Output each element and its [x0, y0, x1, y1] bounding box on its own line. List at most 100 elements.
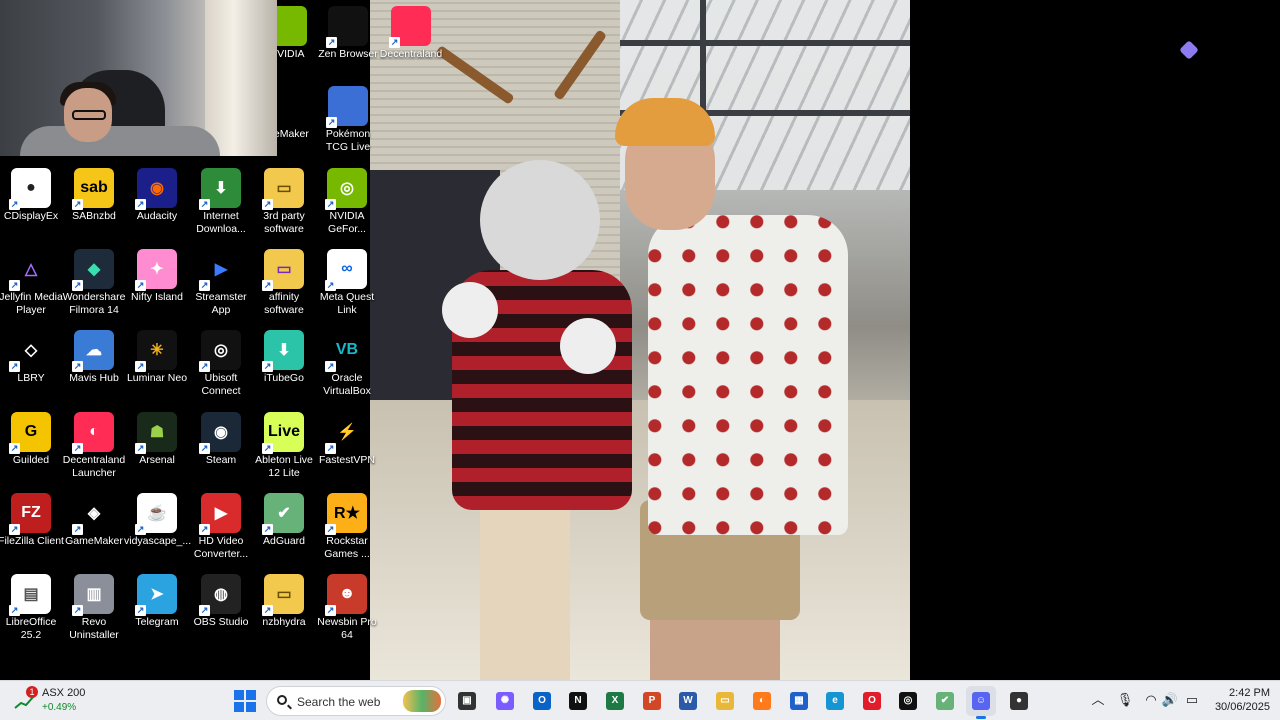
shortcut-arrow-icon: ↗ — [199, 605, 210, 616]
desktop-icon[interactable]: ➤ ↗ Telegram — [124, 574, 190, 654]
shortcut-arrow-icon: ↗ — [199, 199, 210, 210]
desktop-icon[interactable]: VB ↗ Oracle VirtualBox — [314, 330, 380, 410]
shortcut-arrow-icon: ↗ — [9, 361, 20, 372]
desktop-icon[interactable]: ◇ ↗ LBRY — [0, 330, 64, 410]
desktop-icon-label: GameMaker — [65, 535, 123, 547]
desktop-icon-label: OBS Studio — [193, 616, 249, 628]
chevron-up-icon[interactable]: ︿ — [1089, 691, 1107, 709]
desktop-icon[interactable]: ▶ ↗ Streamster App — [188, 249, 254, 329]
windows-start-icon[interactable] — [234, 690, 256, 712]
desktop-icon[interactable]: ▭ ↗ nzbhydra — [251, 574, 317, 654]
taskbar-app-edge[interactable]: e — [820, 686, 850, 716]
java-icon: ☕ ↗ — [135, 493, 177, 535]
desktop-icon[interactable]: ◎ ↗ Ubisoft Connect — [188, 330, 254, 410]
taskbar-app-adguard[interactable]: ✔ — [930, 686, 960, 716]
shortcut-arrow-icon: ↗ — [72, 524, 83, 535]
desktop-icon[interactable]: ∞ ↗ Meta Quest Link — [314, 249, 380, 329]
desktop-icon[interactable]: ◍ ↗ OBS Studio — [188, 574, 254, 654]
taskbar-app-excel[interactable]: X — [600, 686, 630, 716]
desktop-icon[interactable]: ◉ ↗ Steam — [188, 412, 254, 492]
search-box[interactable]: Search the web — [266, 686, 446, 716]
clock[interactable]: 2:42 PM 30/06/2025 — [1206, 686, 1270, 714]
desktop-icon[interactable]: ▥ ↗ Revo Uninstaller — [61, 574, 127, 654]
desktop-icon[interactable]: ▭ ↗ affinity software — [251, 249, 317, 329]
desktop-icon[interactable]: ▤ ↗ LibreOffice 25.2 — [0, 574, 64, 654]
desktop-icon-label: Steam — [205, 454, 237, 466]
notification-badge: 1 — [26, 686, 38, 698]
desktop-icon-label: iTubeGo — [264, 372, 304, 384]
desktop-icon[interactable]: ◆ ↗ Wondershare Filmora 14 — [61, 249, 127, 329]
desktop-icon[interactable]: sab ↗ SABnzbd — [61, 168, 127, 248]
desktop-icon[interactable]: ✳ ↗ Luminar Neo — [124, 330, 190, 410]
taskbar-app-notion[interactable]: N — [563, 686, 593, 716]
desktop-icon[interactable]: ☁ ↗ Mavis Hub — [61, 330, 127, 410]
desktop-icon[interactable]: ↗ Zen Browser — [315, 6, 381, 86]
desktop-icon[interactable]: ↗ Pokémon TCG Live — [315, 86, 381, 166]
taskbar-app-outlook[interactable]: O — [527, 686, 557, 716]
taskbar-app-discord[interactable]: ☺ — [966, 686, 996, 719]
microphone-icon[interactable]: 🎙 — [1116, 691, 1134, 709]
steam-icon: ◉ ↗ — [199, 412, 241, 454]
desktop-icon[interactable]: ▶ ↗ HD Video Converter... — [188, 493, 254, 573]
taskbar-app-task-view[interactable]: ▣ — [452, 686, 482, 716]
desktop-icon[interactable]: ✦ ↗ Nifty Island — [124, 249, 190, 329]
taskbar-app-app-red[interactable]: ● — [1004, 686, 1034, 716]
desktop-icon[interactable]: ◉ ↗ Audacity — [124, 168, 190, 248]
desktop-icon[interactable]: ☕ ↗ vidyascape_... — [124, 493, 191, 573]
desktop-icon[interactable]: ☗ ↗ Arsenal — [124, 412, 190, 492]
desktop-icon-label: Pokémon TCG Live — [325, 128, 371, 153]
shortcut-arrow-icon: ↗ — [135, 443, 146, 454]
speaker-icon[interactable]: 🔊 — [1161, 691, 1179, 709]
desktop-icon[interactable]: ◎ ↗ NVIDIA GeFor... — [314, 168, 380, 248]
document-icon: ▤ ↗ — [9, 574, 51, 616]
taskbar-app-copilot[interactable]: ✺ — [490, 686, 520, 716]
shortcut-arrow-icon: ↗ — [199, 361, 210, 372]
desktop-icon[interactable]: Live ↗ Ableton Live 12 Lite — [251, 412, 317, 492]
desktop-icon-label: Zen Browser — [318, 48, 378, 60]
folder-icon: ▭ — [716, 692, 734, 710]
desktop-icon-label: Rockstar Games ... — [324, 535, 370, 560]
decentraland-icon: ◐ ↗ — [72, 412, 114, 454]
desktop-icon[interactable]: ⬇ ↗ Internet Downloa... — [188, 168, 254, 248]
shortcut-arrow-icon: ↗ — [199, 280, 210, 291]
desktop-icon[interactable]: ▭ ↗ 3rd party software — [251, 168, 317, 248]
desktop-icon-label: Decentraland — [379, 48, 443, 60]
desktop-icon[interactable]: ◈ ↗ GameMaker — [61, 493, 127, 573]
desktop-icon-label: AdGuard — [262, 535, 306, 547]
shortcut-arrow-icon: ↗ — [326, 37, 337, 48]
desktop-icon[interactable]: FZ ↗ FileZilla Client — [0, 493, 64, 573]
taskbar-app-firefox[interactable]: ◐ — [747, 686, 777, 716]
desktop-icon[interactable]: ● ↗ CDisplayEx — [0, 168, 64, 248]
desktop-icon-label: Luminar Neo — [126, 372, 188, 384]
battery-icon[interactable]: ▭ — [1183, 691, 1201, 709]
shortcut-arrow-icon: ↗ — [135, 280, 146, 291]
notion-icon: N — [569, 692, 587, 710]
taskbar-app-file-explorer[interactable]: ▭ — [710, 686, 740, 716]
desktop-icon[interactable]: ◐ ↗ Decentraland Launcher — [61, 412, 127, 492]
taskbar-app-store[interactable]: ▦ — [784, 686, 814, 716]
desktop-icon[interactable]: ↗ Decentraland — [378, 6, 444, 86]
shortcut-arrow-icon: ↗ — [9, 443, 20, 454]
desktop-icon[interactable]: ☻ ↗ Newsbin Pro 64 — [314, 574, 380, 654]
stock-widget[interactable]: 1 ASX 200 +0.49% — [14, 686, 124, 716]
taskbar-app-opera[interactable]: O — [857, 686, 887, 716]
desktop-icon-label: Oracle VirtualBox — [323, 372, 371, 397]
desktop-icon[interactable]: △ ↗ Jellyfin Media Player — [0, 249, 64, 329]
ableton-icon: Live ↗ — [262, 412, 304, 454]
shortcut-arrow-icon: ↗ — [72, 199, 83, 210]
desktop-icon[interactable]: ⚡ ↗ FastestVPN — [314, 412, 380, 492]
taskbar-app-word[interactable]: W — [673, 686, 703, 716]
desktop-icon[interactable]: G ↗ Guilded — [0, 412, 64, 492]
desktop-icon-label: Decentraland Launcher — [62, 454, 126, 479]
desktop-icon[interactable]: ⬇ ↗ iTubeGo — [251, 330, 317, 410]
desktop-icon[interactable]: R★ ↗ Rockstar Games ... — [314, 493, 380, 573]
virtualbox-icon: VB ↗ — [325, 330, 367, 372]
wifi-icon[interactable]: ◠ — [1142, 691, 1160, 709]
desktop-icon[interactable]: ✔ ↗ AdGuard — [251, 493, 317, 573]
taskbar-app-powerpoint[interactable]: P — [637, 686, 667, 716]
shortcut-arrow-icon: ↗ — [325, 361, 336, 372]
taskbar-app-zen-browser[interactable]: ◎ — [893, 686, 923, 716]
shortcut-arrow-icon: ↗ — [72, 443, 83, 454]
desktop-icon-label: Jellyfin Media Player — [0, 291, 63, 316]
shortcut-arrow-icon: ↗ — [326, 117, 337, 128]
